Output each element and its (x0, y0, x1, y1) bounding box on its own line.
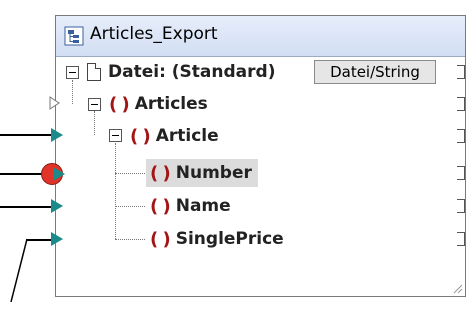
article-label: Article (155, 126, 219, 146)
tree-line (115, 173, 145, 175)
output-port-number[interactable] (457, 166, 465, 180)
articles-label: Articles (134, 94, 208, 114)
connection-wire-number (0, 173, 42, 175)
tree-line (115, 239, 145, 241)
tree-node-number[interactable]: ( ) Number (146, 159, 258, 187)
output-port-article[interactable] (457, 129, 465, 143)
input-port-articles-icon[interactable] (49, 96, 61, 110)
selected-highlight: ( ) Number (146, 159, 258, 187)
connection-wire-name (0, 206, 52, 208)
collapse-datei-toggle[interactable] (66, 66, 79, 79)
tree-node-articles[interactable]: ( ) Articles (109, 90, 208, 118)
input-port-name-icon[interactable] (51, 199, 63, 213)
output-port-singleprice[interactable] (457, 232, 465, 246)
output-port-articles[interactable] (457, 97, 465, 111)
tree-node-name[interactable]: ( ) Name (150, 192, 231, 220)
xml-schema-icon (64, 26, 84, 46)
element-icon: ( ) (109, 93, 130, 115)
number-label: Number (175, 163, 252, 183)
tree-line (94, 111, 96, 135)
input-port-number-icon[interactable] (53, 167, 65, 181)
tree-node-article[interactable]: ( ) Article (130, 122, 219, 150)
collapse-article-toggle[interactable] (109, 129, 122, 142)
tree-line (115, 206, 145, 208)
element-icon: ( ) (150, 162, 171, 184)
file-icon (87, 63, 101, 81)
component-title: Articles_Export (90, 24, 218, 44)
tree-line (72, 80, 74, 104)
collapse-articles-toggle[interactable] (88, 98, 101, 111)
datei-label: Datei: (Standard) (108, 62, 276, 82)
datei-string-button[interactable]: Datei/String (314, 60, 436, 84)
element-icon: ( ) (150, 195, 171, 217)
singleprice-label: SinglePrice (175, 229, 284, 249)
output-port-datei[interactable] (457, 65, 465, 79)
element-icon: ( ) (130, 125, 151, 147)
tree-node-singleprice[interactable]: ( ) SinglePrice (150, 225, 284, 253)
element-icon: ( ) (150, 228, 171, 250)
name-label: Name (175, 196, 231, 216)
tree-line (115, 143, 117, 239)
input-port-singleprice-icon[interactable] (51, 232, 63, 246)
connection-wire-article (0, 134, 52, 136)
component-title-bar[interactable]: Articles_Export (56, 16, 465, 57)
connection-wire-singleprice-diagonal (10, 238, 28, 303)
output-port-name[interactable] (457, 199, 465, 213)
input-port-article-icon[interactable] (51, 128, 63, 142)
mapping-component[interactable]: Articles_Export Datei: (Standard) Datei/… (55, 15, 466, 297)
resize-grip-icon[interactable] (451, 282, 463, 294)
